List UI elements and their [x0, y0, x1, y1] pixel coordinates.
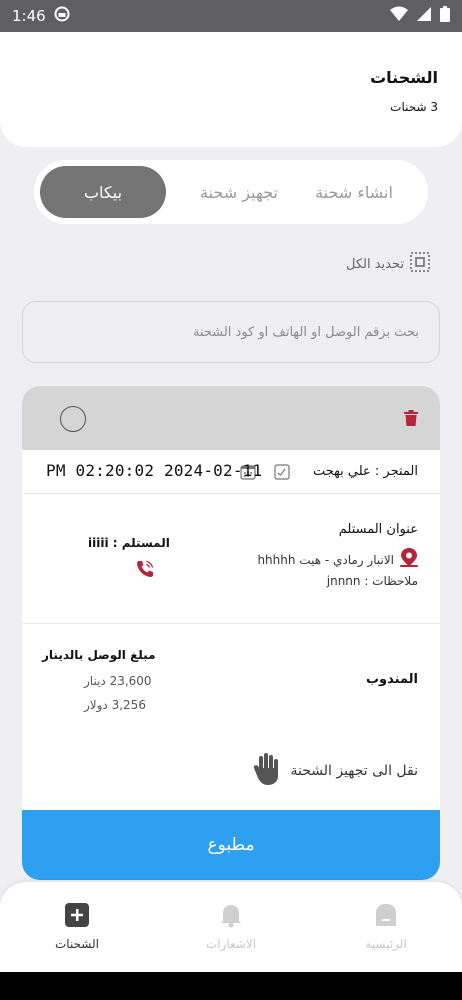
battery-icon — [440, 6, 450, 26]
amount-title: مبلغ الوصل بالدينار — [42, 648, 156, 662]
delete-icon[interactable] — [404, 410, 418, 430]
printed-button[interactable]: مطبوع — [22, 810, 440, 880]
wifi-icon — [390, 6, 408, 26]
notification-icon — [54, 6, 70, 26]
nav-home[interactable]: الرئيسية — [326, 902, 446, 951]
card-header — [22, 386, 440, 450]
amount-section: مبلغ الوصل بالدينار 23,600 دينار 3,256 د… — [22, 624, 440, 794]
shipment-datetime: PM 02:20:02 2024-02-11 — [46, 461, 263, 480]
search-box — [22, 301, 440, 363]
notes-text: ملاحظات : jnnnn — [326, 574, 418, 588]
delegate-label: المندوب — [365, 672, 418, 687]
checklist-icon — [274, 464, 290, 484]
page-header: الشحنات 3 شحنات — [0, 32, 462, 147]
nav-shipments[interactable]: الشحنات — [17, 902, 137, 951]
tab-prepare-shipment[interactable]: تجهيز شحنة — [182, 166, 296, 218]
shipment-card: المتجر : علي بهجت PM 02:20:02 2024-02-11… — [22, 386, 440, 880]
location-pin-icon — [400, 548, 418, 571]
select-all-label: تحديد الكل — [345, 256, 404, 272]
nav-home-label: الرئيسية — [365, 937, 407, 951]
nav-notifications[interactable]: الاشعارات — [171, 902, 291, 951]
home-icon — [373, 904, 399, 931]
bell-icon — [218, 905, 244, 931]
bottom-nav: الرئيسية الاشعارات الشحنات — [0, 882, 462, 972]
store-row: المتجر : علي بهجت PM 02:20:02 2024-02-11 — [22, 450, 440, 494]
recipient-name: المستلم : iiiii — [88, 536, 170, 550]
select-all-button[interactable]: تحديد الكل — [346, 252, 430, 276]
search-input[interactable] — [43, 324, 419, 340]
tab-create-shipment[interactable]: انشاء شحنة — [298, 166, 410, 218]
system-nav-bar — [0, 972, 462, 1000]
address-section: عنوان المستلم الانبار رمادي - هيت hhhhh … — [22, 494, 440, 624]
tab-bar: انشاء شحنة تجهيز شحنة بيكاب — [34, 160, 428, 224]
status-time: 1:46 — [12, 7, 46, 25]
tab-pickup[interactable]: بيكاب — [40, 166, 166, 218]
select-radio[interactable] — [60, 406, 86, 432]
address-line: الانبار رمادي - هيت hhhhh — [257, 548, 418, 571]
select-all-icon — [410, 252, 430, 276]
nav-shipments-label: الشحنات — [54, 937, 99, 951]
move-label: نقل الى تجهيز الشحنة — [290, 763, 418, 779]
hand-icon — [252, 752, 280, 790]
add-box-icon — [64, 903, 90, 931]
amount-iqd: 23,600 دينار — [84, 674, 152, 688]
status-bar: 1:46 — [0, 0, 462, 32]
shipment-count: 3 شحنات — [390, 100, 438, 114]
move-to-prepare-button[interactable]: نقل الى تجهيز الشحنة — [252, 752, 418, 790]
page-title: الشحنات — [370, 68, 438, 87]
address-title: عنوان المستلم — [338, 522, 418, 537]
amount-usd: 3,256 دولار — [84, 698, 146, 712]
address-text: الانبار رمادي - هيت hhhhh — [257, 552, 394, 567]
store-name: المتجر : علي بهجت — [312, 464, 418, 479]
signal-icon — [416, 6, 432, 26]
phone-icon[interactable] — [136, 560, 154, 582]
nav-notifications-label: الاشعارات — [205, 937, 257, 951]
